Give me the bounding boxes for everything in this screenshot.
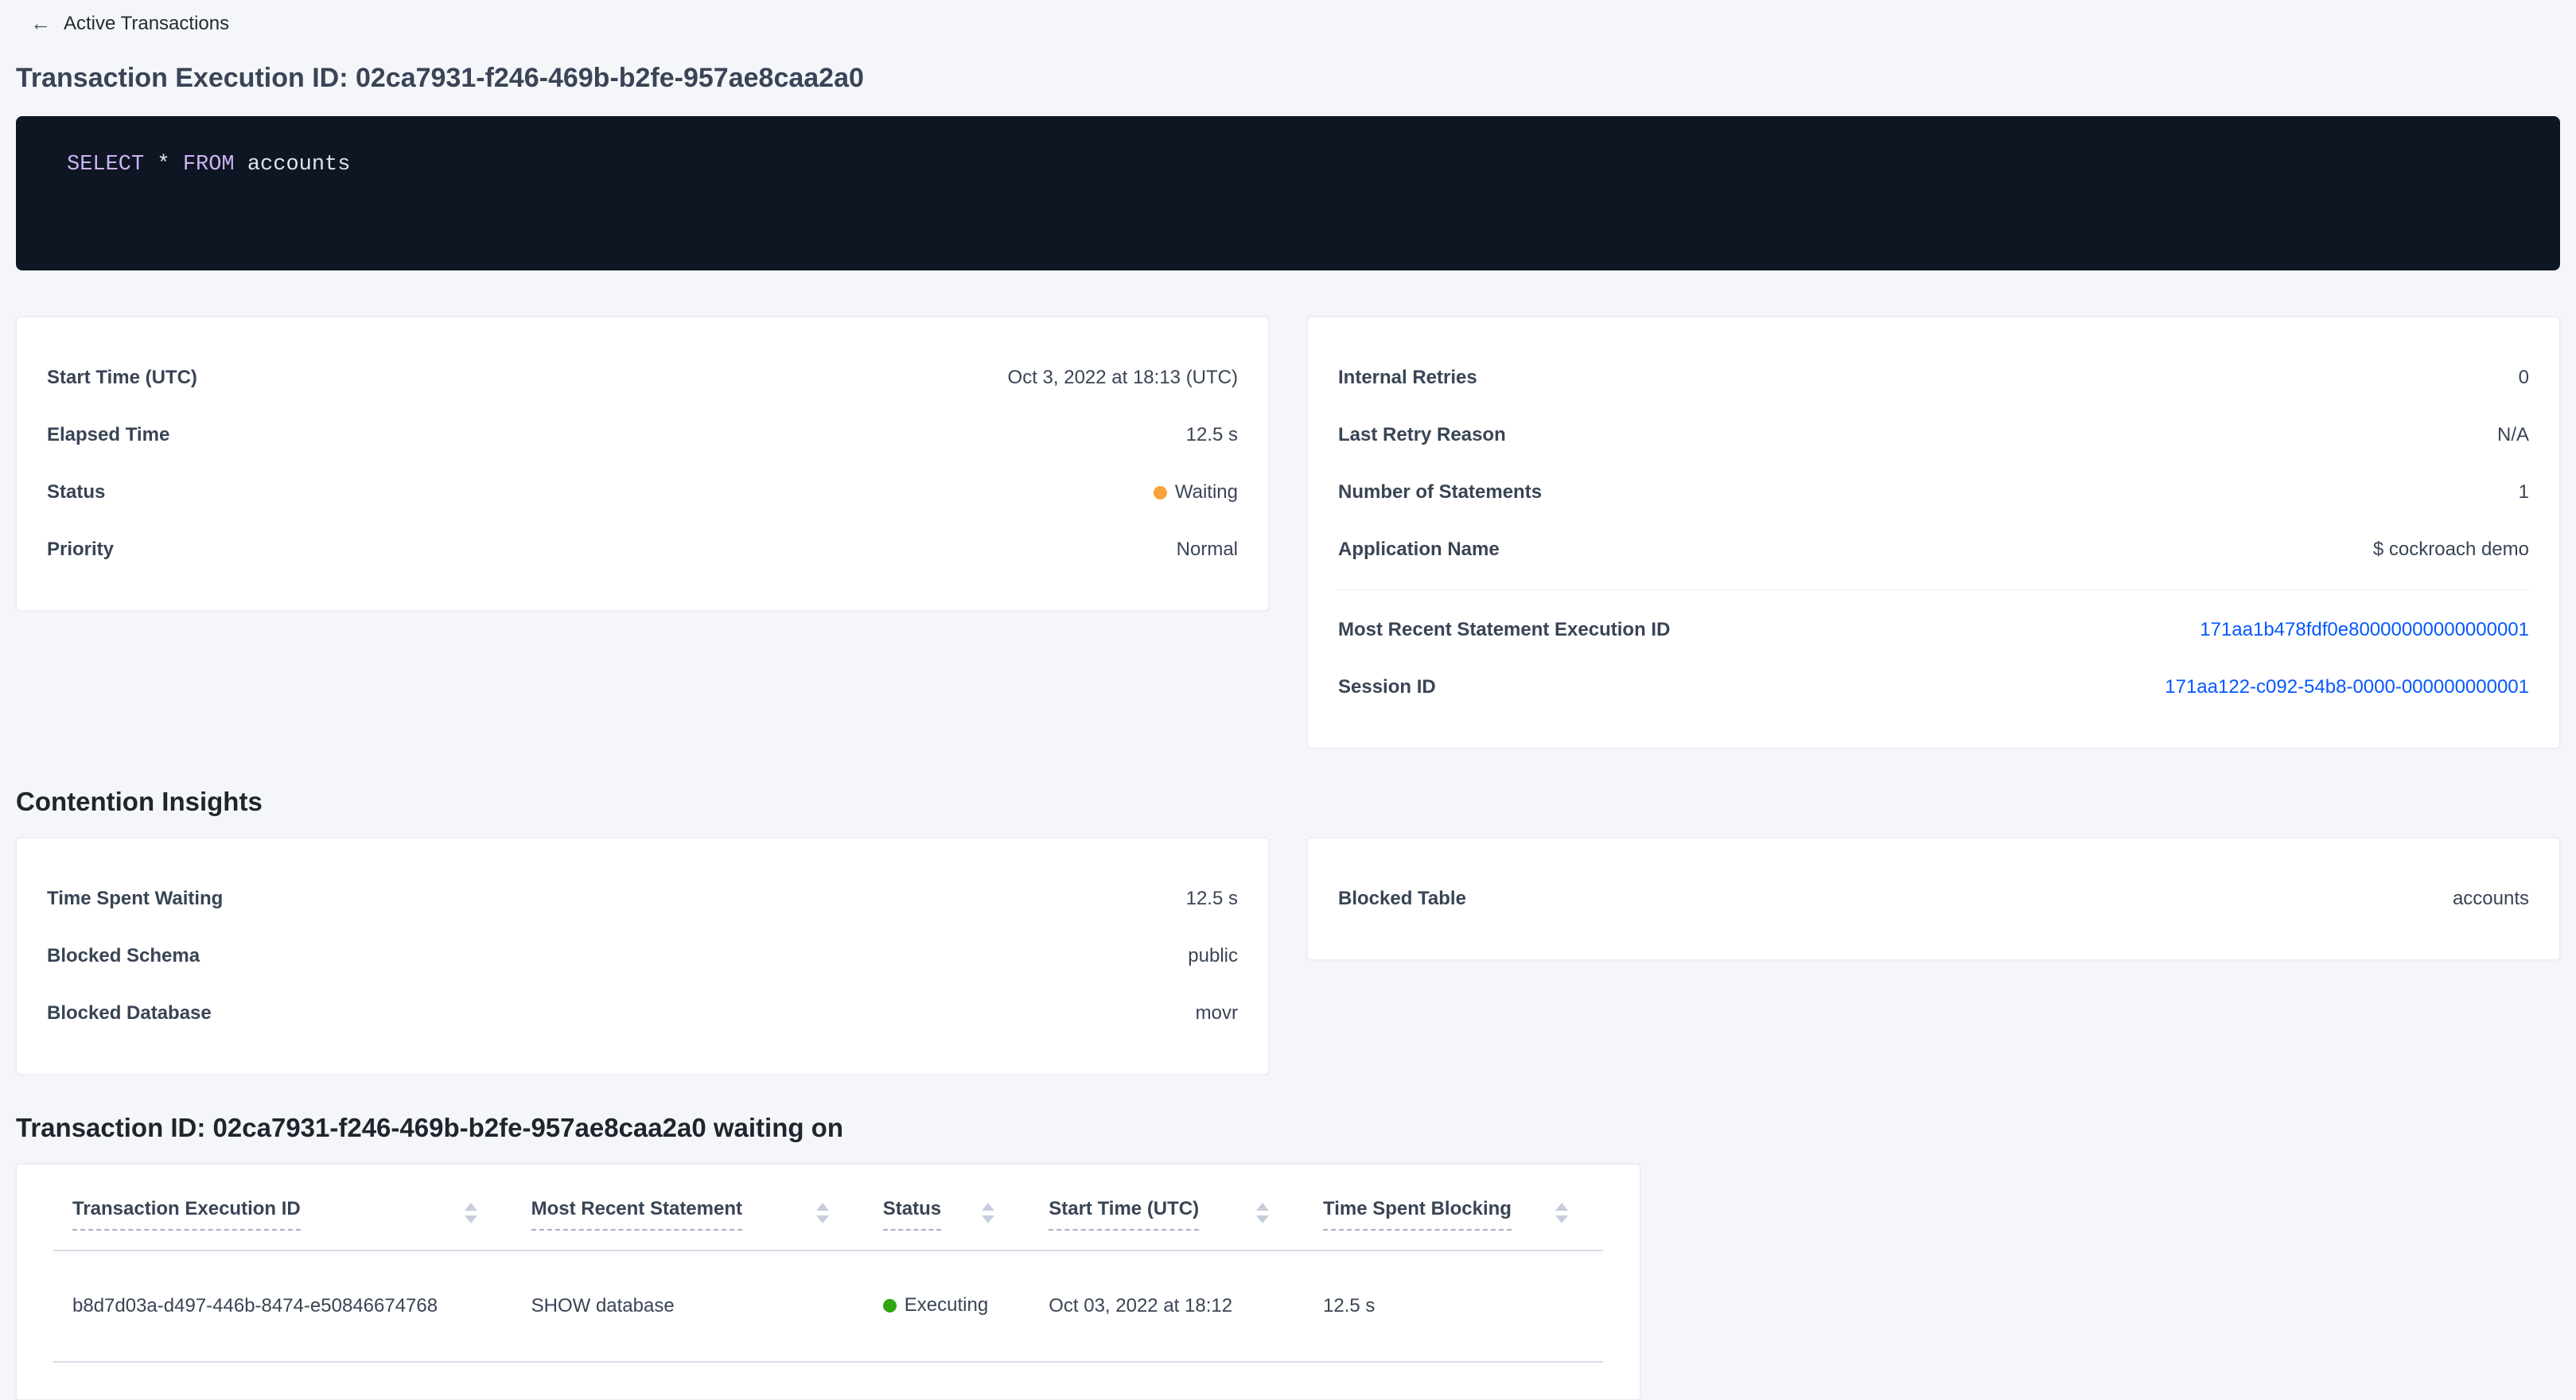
sort-icon[interactable] xyxy=(816,1203,829,1223)
cell-status-text: Executing xyxy=(905,1294,988,1316)
summary-row-number-of-statements: Number of Statements 1 xyxy=(1338,464,2529,521)
summary-row-session-id: Session ID 171aa122-c092-54b8-0000-00000… xyxy=(1338,659,2529,716)
start-time-value: Oct 3, 2022 at 18:13 (UTC) xyxy=(1008,367,1238,389)
most-recent-statement-header-label[interactable]: Most Recent Statement xyxy=(531,1198,742,1231)
cell-status: Executing xyxy=(864,1250,1029,1362)
card-divider xyxy=(1338,589,2529,590)
time-spent-waiting-label: Time Spent Waiting xyxy=(47,888,223,910)
back-arrow-icon[interactable]: ← xyxy=(30,11,51,36)
table-header-row: Transaction Execution ID Most Recent Sta… xyxy=(53,1165,1603,1250)
summary-card-right: Internal Retries 0 Last Retry Reason N/A… xyxy=(1307,317,2560,749)
application-name-label: Application Name xyxy=(1338,539,1500,561)
breadcrumb: ← Active Transactions xyxy=(16,0,2560,36)
contention-row-blocked-schema: Blocked Schema public xyxy=(47,928,1238,985)
contention-section: Time Spent Waiting 12.5 s Blocked Schema… xyxy=(16,838,2560,1075)
column-header-transaction-execution-id: Transaction Execution ID xyxy=(53,1165,512,1250)
contention-card-left: Time Spent Waiting 12.5 s Blocked Schema… xyxy=(16,838,1269,1075)
column-header-start-time: Start Time (UTC) xyxy=(1029,1165,1304,1250)
contention-insights-heading: Contention Insights xyxy=(16,787,2560,817)
number-of-statements-value: 1 xyxy=(2519,481,2529,504)
start-time-label: Start Time (UTC) xyxy=(47,367,197,389)
contention-row-time-spent-waiting: Time Spent Waiting 12.5 s xyxy=(47,870,1238,928)
summary-row-statement-execution-id: Most Recent Statement Execution ID 171aa… xyxy=(1338,601,2529,659)
blocked-schema-value: public xyxy=(1188,945,1238,967)
waiting-on-heading: Transaction ID: 02ca7931-f246-469b-b2fe-… xyxy=(16,1113,2560,1143)
session-id-label: Session ID xyxy=(1338,676,1436,698)
column-header-most-recent-statement: Most Recent Statement xyxy=(512,1165,864,1250)
internal-retries-value: 0 xyxy=(2519,367,2529,389)
contention-row-blocked-database: Blocked Database movr xyxy=(47,985,1238,1042)
sort-icon[interactable] xyxy=(465,1203,477,1223)
sql-keyword-select: SELECT xyxy=(67,153,144,177)
transaction-execution-id-header-label[interactable]: Transaction Execution ID xyxy=(72,1198,301,1231)
priority-value: Normal xyxy=(1177,539,1238,561)
status-text: Waiting xyxy=(1175,481,1238,504)
blocked-schema-label: Blocked Schema xyxy=(47,945,200,967)
sql-table-name: accounts xyxy=(247,153,351,177)
cell-time-spent-blocking: 12.5 s xyxy=(1304,1250,1603,1362)
waiting-on-table-card: Transaction Execution ID Most Recent Sta… xyxy=(16,1164,1640,1400)
sql-statement-box: SELECT * FROM accounts xyxy=(16,116,2560,270)
executing-status-dot-icon xyxy=(883,1299,897,1312)
page-title: Transaction Execution ID: 02ca7931-f246-… xyxy=(16,63,2560,94)
contention-card-right: Blocked Table accounts xyxy=(1307,838,2560,960)
cell-start-time: Oct 03, 2022 at 18:12 xyxy=(1029,1250,1304,1362)
cell-most-recent-statement: SHOW database xyxy=(512,1250,864,1362)
blocked-database-label: Blocked Database xyxy=(47,1002,212,1025)
column-header-time-spent-blocking: Time Spent Blocking xyxy=(1304,1165,1603,1250)
column-header-status: Status xyxy=(864,1165,1029,1250)
statement-execution-id-link[interactable]: 171aa1b478fdf0e80000000000000001 xyxy=(2200,619,2529,641)
start-time-header-label[interactable]: Start Time (UTC) xyxy=(1049,1198,1199,1231)
blocked-table-value: accounts xyxy=(2453,888,2529,910)
last-retry-reason-value: N/A xyxy=(2497,424,2529,446)
status-header-label[interactable]: Status xyxy=(883,1198,941,1231)
waiting-on-table: Transaction Execution ID Most Recent Sta… xyxy=(53,1165,1603,1363)
time-spent-waiting-value: 12.5 s xyxy=(1186,888,1238,910)
number-of-statements-label: Number of Statements xyxy=(1338,481,1542,504)
session-id-link[interactable]: 171aa122-c092-54b8-0000-000000000001 xyxy=(2165,676,2529,698)
contention-row-blocked-table: Blocked Table accounts xyxy=(1338,870,2529,928)
last-retry-reason-label: Last Retry Reason xyxy=(1338,424,1506,446)
summary-section: Start Time (UTC) Oct 3, 2022 at 18:13 (U… xyxy=(16,317,2560,749)
sql-star: * xyxy=(157,153,169,177)
summary-row-start-time: Start Time (UTC) Oct 3, 2022 at 18:13 (U… xyxy=(47,349,1238,406)
sort-icon[interactable] xyxy=(1555,1203,1568,1223)
sql-keyword-from: FROM xyxy=(183,153,235,177)
breadcrumb-active-transactions[interactable]: Active Transactions xyxy=(64,13,229,35)
sort-icon[interactable] xyxy=(1256,1203,1269,1223)
blocked-table-label: Blocked Table xyxy=(1338,888,1466,910)
time-spent-blocking-header-label[interactable]: Time Spent Blocking xyxy=(1323,1198,1512,1231)
internal-retries-label: Internal Retries xyxy=(1338,367,1477,389)
blocked-database-value: movr xyxy=(1196,1002,1238,1025)
application-name-value: $ cockroach demo xyxy=(2373,539,2529,561)
sort-icon[interactable] xyxy=(982,1203,994,1223)
status-value: Waiting xyxy=(1154,481,1238,504)
statement-execution-id-label: Most Recent Statement Execution ID xyxy=(1338,619,1670,641)
table-row: b8d7d03a-d497-446b-8474-e50846674768 SHO… xyxy=(53,1250,1603,1362)
summary-row-last-retry-reason: Last Retry Reason N/A xyxy=(1338,406,2529,464)
elapsed-time-label: Elapsed Time xyxy=(47,424,169,446)
summary-row-status: Status Waiting xyxy=(47,464,1238,521)
priority-label: Priority xyxy=(47,539,114,561)
summary-card-left: Start Time (UTC) Oct 3, 2022 at 18:13 (U… xyxy=(16,317,1269,611)
summary-row-application-name: Application Name $ cockroach demo xyxy=(1338,521,2529,578)
summary-row-elapsed-time: Elapsed Time 12.5 s xyxy=(47,406,1238,464)
elapsed-time-value: 12.5 s xyxy=(1186,424,1238,446)
waiting-status-dot-icon xyxy=(1154,486,1167,500)
summary-row-internal-retries: Internal Retries 0 xyxy=(1338,349,2529,406)
transaction-details-page: ← Active Transactions Transaction Execut… xyxy=(0,0,2576,1400)
cell-transaction-execution-id: b8d7d03a-d497-446b-8474-e50846674768 xyxy=(53,1250,512,1362)
status-label: Status xyxy=(47,481,105,504)
summary-row-priority: Priority Normal xyxy=(47,521,1238,578)
